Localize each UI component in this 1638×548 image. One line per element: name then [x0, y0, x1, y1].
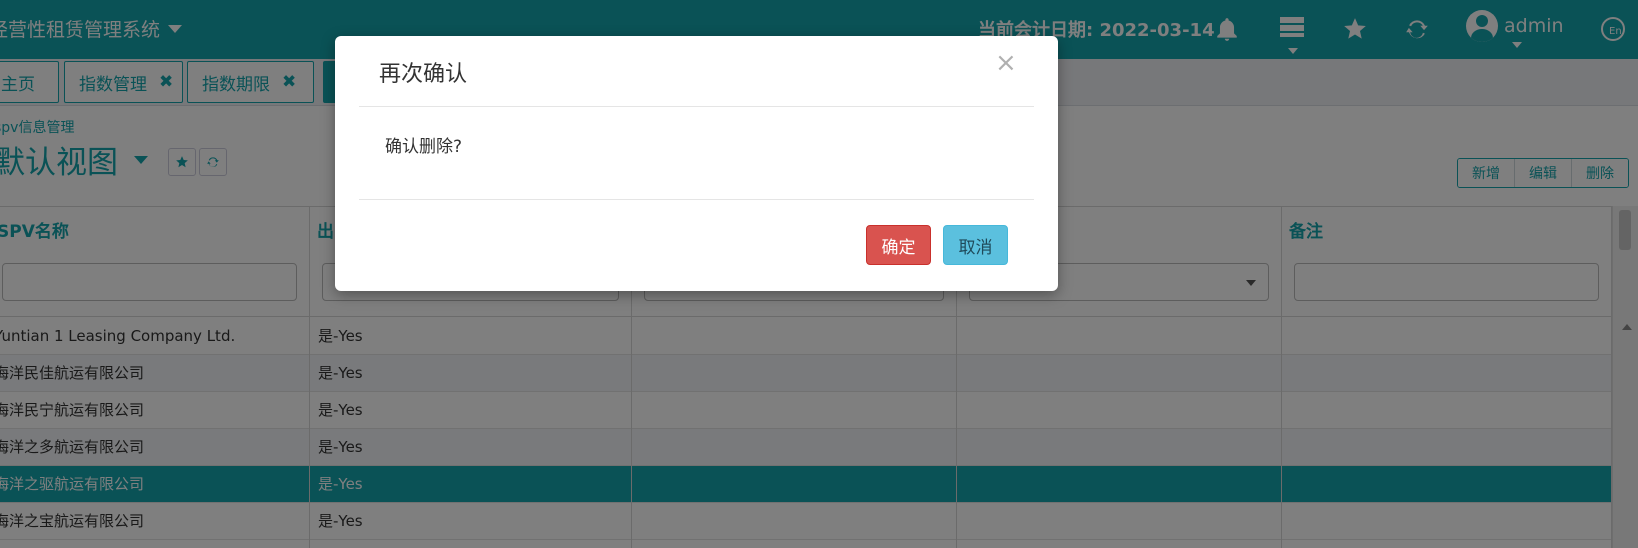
confirm-button[interactable]: 确定 [866, 225, 931, 265]
cancel-button[interactable]: 取消 [943, 225, 1008, 265]
confirm-dialog: 再次确认 × 确认删除? 确定 取消 [335, 36, 1058, 291]
dialog-title: 再次确认 [379, 62, 468, 87]
close-icon[interactable]: × [995, 50, 1017, 76]
divider [359, 106, 1034, 107]
dialog-message: 确认删除? [385, 137, 463, 157]
divider [359, 199, 1034, 200]
